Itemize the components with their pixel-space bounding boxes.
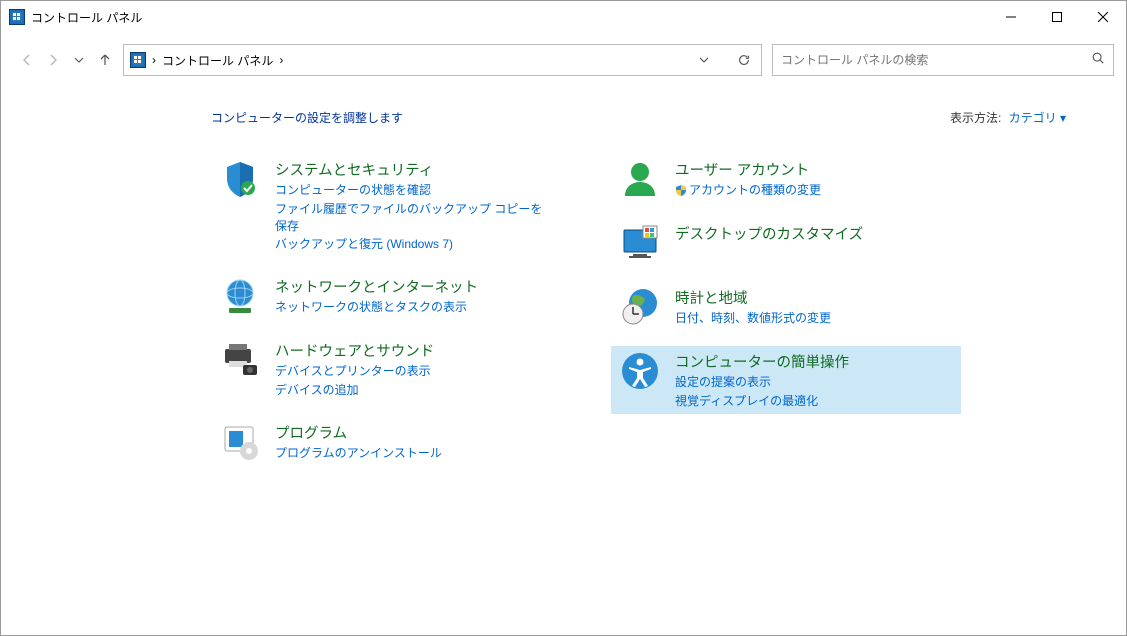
task-link[interactable]: デバイスとプリンターの表示 — [275, 363, 434, 380]
right-column: ユーザー アカウント アカウントの種類の変更 デスクトップのカスタマイズ — [611, 154, 961, 467]
breadcrumb-sep[interactable]: › — [279, 53, 283, 67]
address-bar[interactable]: › コントロール パネル › — [123, 44, 762, 76]
app-icon — [9, 9, 25, 25]
printer-camera-icon — [219, 339, 261, 381]
category-desktop-customize[interactable]: デスクトップのカスタマイズ — [611, 218, 961, 268]
task-link[interactable]: バックアップと復元 (Windows 7) — [275, 236, 553, 253]
navigation-toolbar: › コントロール パネル › — [1, 41, 1126, 79]
category-clock-region[interactable]: 時計と地域 日付、時刻、数値形式の変更 — [611, 282, 961, 332]
up-button[interactable] — [97, 52, 113, 68]
view-by: 表示方法: カテゴリ ▾ — [950, 109, 1066, 126]
category-network[interactable]: ネットワークとインターネット ネットワークの状態とタスクの表示 — [211, 271, 561, 321]
task-link[interactable]: アカウントの種類の変更 — [675, 182, 821, 199]
category-user-accounts[interactable]: ユーザー アカウント アカウントの種類の変更 — [611, 154, 961, 204]
globe-network-icon — [219, 275, 261, 317]
task-link[interactable]: コンピューターの状態を確認 — [275, 182, 553, 199]
uac-shield-icon — [675, 184, 687, 196]
category-hardware[interactable]: ハードウェアとサウンド デバイスとプリンターの表示 デバイスの追加 — [211, 335, 561, 403]
maximize-button[interactable] — [1034, 1, 1080, 33]
monitor-icon — [619, 222, 661, 264]
task-link[interactable]: デバイスの追加 — [275, 382, 434, 399]
content-area: コンピューターの設定を調整します 表示方法: カテゴリ ▾ システムとセキュリテ… — [1, 79, 1126, 467]
address-icon — [130, 52, 146, 68]
breadcrumb-root[interactable]: コントロール パネル — [162, 52, 273, 69]
programs-icon — [219, 421, 261, 463]
category-title[interactable]: システムとセキュリティ — [275, 159, 553, 180]
user-icon — [619, 158, 661, 200]
task-link[interactable]: 日付、時刻、数値形式の変更 — [675, 310, 831, 327]
close-button[interactable] — [1080, 1, 1126, 33]
category-title[interactable]: ユーザー アカウント — [675, 159, 821, 180]
task-link[interactable]: プログラムのアンインストール — [275, 445, 442, 462]
category-title[interactable]: ハードウェアとサウンド — [275, 340, 434, 361]
address-dropdown[interactable] — [687, 45, 721, 75]
breadcrumb-sep[interactable]: › — [152, 53, 156, 67]
view-by-value[interactable]: カテゴリ ▾ — [1009, 111, 1066, 125]
search-icon[interactable] — [1091, 51, 1105, 70]
category-title[interactable]: 時計と地域 — [675, 287, 831, 308]
task-link[interactable]: 視覚ディスプレイの最適化 — [675, 393, 849, 410]
category-ease-of-access[interactable]: コンピューターの簡単操作 設定の提案の表示 視覚ディスプレイの最適化 — [611, 346, 961, 414]
titlebar: コントロール パネル — [1, 1, 1126, 33]
forward-button[interactable] — [45, 52, 61, 68]
left-column: システムとセキュリティ コンピューターの状態を確認 ファイル履歴でファイルのバッ… — [211, 154, 561, 467]
task-link[interactable]: ネットワークの状態とタスクの表示 — [275, 299, 478, 316]
category-programs[interactable]: プログラム プログラムのアンインストール — [211, 417, 561, 467]
category-title[interactable]: コンピューターの簡単操作 — [675, 351, 849, 372]
view-by-label: 表示方法: — [950, 111, 1001, 125]
category-title[interactable]: プログラム — [275, 422, 442, 443]
recent-locations-dropdown[interactable] — [71, 52, 87, 68]
minimize-button[interactable] — [988, 1, 1034, 33]
category-title[interactable]: デスクトップのカスタマイズ — [675, 223, 863, 244]
task-link[interactable]: 設定の提案の表示 — [675, 374, 849, 391]
window-title: コントロール パネル — [31, 9, 142, 26]
accessibility-icon — [619, 350, 661, 392]
page-heading: コンピューターの設定を調整します — [211, 109, 403, 126]
clock-globe-icon — [619, 286, 661, 328]
back-button[interactable] — [19, 52, 35, 68]
category-system-security[interactable]: システムとセキュリティ コンピューターの状態を確認 ファイル履歴でファイルのバッ… — [211, 154, 561, 257]
refresh-button[interactable] — [727, 45, 761, 75]
search-box[interactable] — [772, 44, 1114, 76]
shield-icon — [219, 158, 261, 200]
task-link[interactable]: ファイル履歴でファイルのバックアップ コピーを保存 — [275, 201, 553, 235]
search-input[interactable] — [781, 53, 1091, 67]
category-title[interactable]: ネットワークとインターネット — [275, 276, 478, 297]
